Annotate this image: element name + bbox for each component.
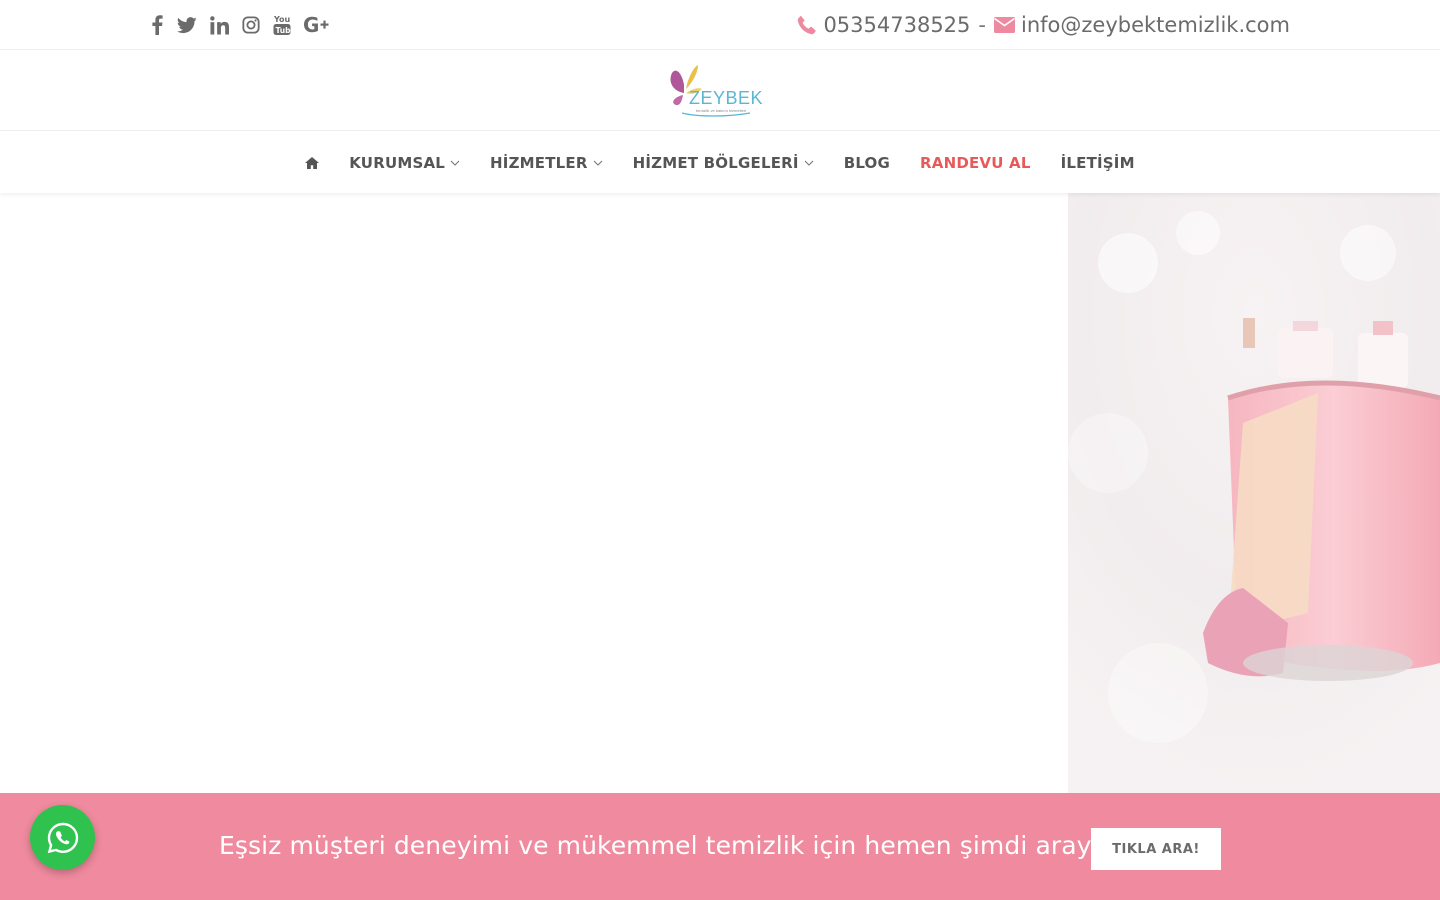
logo-band: ZEYBEK temizlik ve bakımı hizmetleri [0,51,1440,131]
instagram-icon[interactable] [240,11,262,39]
envelope-icon [994,17,1015,33]
svg-text:You: You [273,15,291,24]
google-plus-icon[interactable]: G [302,11,330,39]
whatsapp-icon [47,822,78,853]
svg-text:Tube: Tube [276,26,292,35]
whatsapp-button[interactable] [30,805,95,870]
phone-icon [797,15,817,35]
nav-item-label: İLETİŞİM [1060,153,1135,172]
chevron-down-icon [450,160,460,166]
call-now-button[interactable]: TIKLA ARA! [1091,828,1221,870]
main-nav: KURUMSAL HİZMETLER HİZMET BÖLGELERİ BLOG… [0,132,1440,193]
top-bar: You Tube G 05354738525 - info@zeybektemiz… [0,0,1440,50]
nav-item-label: KURUMSAL [349,153,446,172]
site-logo[interactable]: ZEYBEK temizlik ve bakımı hizmetleri [668,63,763,121]
nav-item-label: HİZMETLER [490,153,588,172]
nav-item-kurumsal[interactable]: KURUMSAL [349,154,460,172]
social-links: You Tube G [146,11,330,39]
contact-info: 05354738525 - info@zeybektemizlik.com [797,9,1290,41]
email-link[interactable]: info@zeybektemizlik.com [1021,13,1290,37]
nav-item-hizmetler[interactable]: HİZMETLER [490,154,603,172]
linkedin-icon[interactable] [208,11,230,39]
chevron-down-icon [593,160,603,166]
phone-link[interactable]: 05354738525 [823,13,970,37]
nav-item-hizmet-bolgeleri[interactable]: HİZMET BÖLGELERİ [633,154,814,172]
nav-item-label: RANDEVU AL [920,153,1031,172]
facebook-icon[interactable] [146,11,168,39]
hero-image [1068,193,1440,793]
contact-separator: - [978,13,986,37]
home-icon[interactable] [305,156,320,169]
nav-item-blog[interactable]: BLOG [844,154,890,172]
logo-wordmark: ZEYBEK [689,88,764,108]
nav-item-randevu-al[interactable]: RANDEVU AL [920,154,1031,172]
twitter-icon[interactable] [176,11,198,39]
nav-item-label: HİZMET BÖLGELERİ [632,153,799,172]
call-to-action-bar: Eşsiz müşteri deneyimi ve mükemmel temiz… [0,793,1440,900]
svg-text:G: G [303,16,319,34]
youtube-icon[interactable]: You Tube [271,11,293,39]
logo-tagline: temizlik ve bakımı hizmetleri [696,108,747,113]
nav-item-iletisim[interactable]: İLETİŞİM [1061,154,1135,172]
nav-item-label: BLOG [843,153,891,172]
chevron-down-icon [804,160,814,166]
hero-section [0,193,1440,793]
cta-text: Eşsiz müşteri deneyimi ve mükemmel temiz… [219,831,1123,860]
